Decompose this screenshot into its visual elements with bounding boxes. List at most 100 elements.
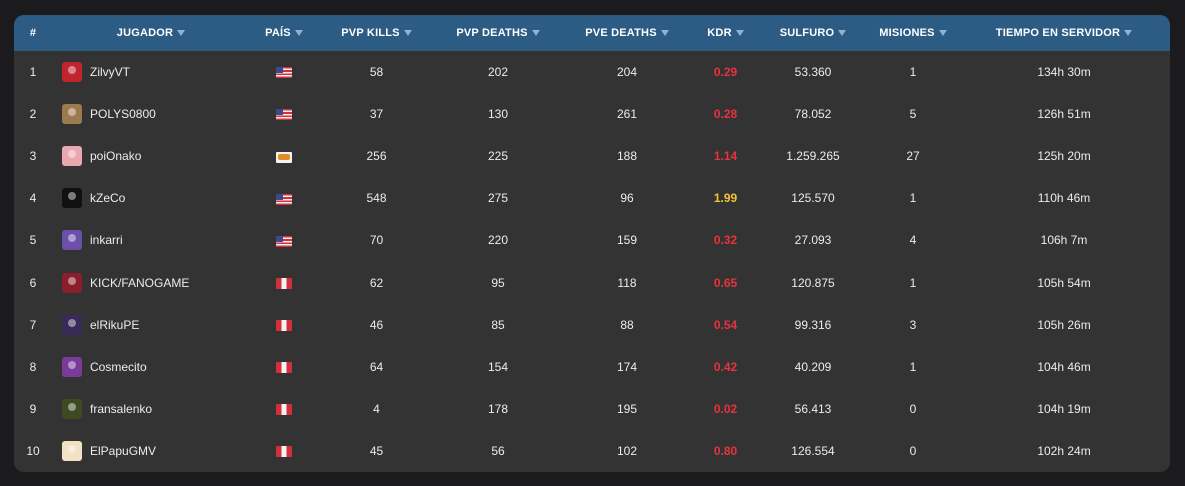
column-header-kdr[interactable]: KDR <box>693 15 758 51</box>
player-cell[interactable]: ZilvyVT <box>52 51 250 93</box>
player-cell[interactable]: elRikuPE <box>52 304 250 346</box>
avatar <box>62 62 82 83</box>
player-cell[interactable]: Cosmecito <box>52 346 250 388</box>
pvp-kills-cell: 58 <box>369 65 384 80</box>
column-header-misiones[interactable]: MISIONES <box>868 15 958 51</box>
sulfuro-cell: 125.570 <box>791 191 835 206</box>
country-cell <box>250 93 318 135</box>
column-header-sulfuro[interactable]: SULFURO <box>758 15 868 51</box>
pvp-kills-cell: 37 <box>369 107 384 122</box>
kdr-cell: 0.29 <box>713 65 738 80</box>
sulfuro-cell: 99.316 <box>794 317 832 332</box>
rank-cell: 10 <box>26 443 40 458</box>
pve-deaths-cell: 102 <box>616 443 638 458</box>
pvp-deaths-cell: 225 <box>487 149 509 164</box>
column-header-player[interactable]: JUGADOR <box>52 15 250 51</box>
column-header-pvp-kills[interactable]: PVP KILLS <box>318 15 435 51</box>
pe-flag-icon <box>276 277 292 289</box>
country-cell <box>250 219 318 261</box>
rank-cell: 9 <box>29 401 37 416</box>
sulfuro-cell: 53.360 <box>794 65 832 80</box>
column-header-country[interactable]: PAÍS <box>250 15 318 51</box>
pe-flag-icon <box>276 404 292 416</box>
table-row: 2 POLYS0800 37 130 261 0.28 78.052 5 126h 51m <box>14 93 1170 135</box>
tiempo-cell: 110h 46m <box>1037 191 1091 206</box>
country-cell <box>250 388 318 430</box>
pve-deaths-cell: 188 <box>616 149 638 164</box>
player-cell[interactable]: fransalenko <box>52 388 250 430</box>
tiempo-cell: 105h 26m <box>1037 317 1091 332</box>
pvp-deaths-cell: 56 <box>491 443 505 458</box>
country-cell <box>250 261 318 303</box>
sort-caret-icon <box>1124 30 1133 37</box>
misiones-cell: 27 <box>906 149 920 164</box>
cy-flag-icon <box>276 151 292 163</box>
misiones-cell: 0 <box>909 443 917 458</box>
pve-deaths-cell: 261 <box>616 107 638 122</box>
rank-cell: 8 <box>29 359 37 374</box>
tiempo-cell: 102h 24m <box>1037 443 1091 458</box>
tiempo-cell: 105h 54m <box>1037 275 1091 290</box>
pvp-kills-cell: 70 <box>369 233 384 248</box>
table-row: 5 inkarri 70 220 159 0.32 27.093 4 106h 7m <box>14 219 1170 261</box>
rank-cell: 1 <box>29 65 37 80</box>
country-cell <box>250 346 318 388</box>
pe-flag-icon <box>276 319 292 331</box>
kdr-cell: 0.28 <box>713 107 738 122</box>
pvp-deaths-cell: 95 <box>491 275 505 290</box>
us-flag-icon <box>276 67 292 79</box>
kdr-cell: 0.42 <box>713 359 738 374</box>
sulfuro-cell: 120.875 <box>791 275 835 290</box>
misiones-cell: 1 <box>909 191 917 206</box>
column-header-pve-deaths[interactable]: PVE DEATHS <box>561 15 693 51</box>
sort-caret-icon <box>403 30 412 37</box>
pvp-kills-cell: 64 <box>369 359 384 374</box>
pe-flag-icon <box>276 446 292 458</box>
sulfuro-cell: 40.209 <box>794 359 832 374</box>
table-row: 3 poiOnako 256 225 188 1.14 1.259.265 27 125h 20… <box>14 135 1170 177</box>
column-header-pvp-deaths[interactable]: PVP DEATHS <box>435 15 561 51</box>
avatar <box>62 398 82 419</box>
kdr-cell: 0.65 <box>713 275 738 290</box>
us-flag-icon <box>276 109 292 121</box>
player-name: kZeCo <box>90 191 126 206</box>
sulfuro-cell: 78.052 <box>794 107 832 122</box>
table-row: 4 kZeCo 548 275 96 1.99 125.570 1 110h 46m <box>14 177 1170 219</box>
sort-caret-icon <box>735 30 744 37</box>
misiones-cell: 1 <box>909 65 917 80</box>
country-cell <box>250 304 318 346</box>
rank-cell: 3 <box>29 149 37 164</box>
kdr-cell: 0.54 <box>713 317 738 332</box>
kdr-cell: 0.32 <box>713 233 738 248</box>
tiempo-cell: 104h 46m <box>1037 359 1091 374</box>
player-cell[interactable]: poiOnako <box>52 135 250 177</box>
player-name: Cosmecito <box>90 359 147 374</box>
player-cell[interactable]: POLYS0800 <box>52 93 250 135</box>
player-name: ElPapuGMV <box>90 443 157 458</box>
misiones-cell: 1 <box>909 359 917 374</box>
player-cell[interactable]: ElPapuGMV <box>52 430 250 472</box>
misiones-cell: 5 <box>909 107 917 122</box>
kdr-cell: 1.99 <box>713 191 738 206</box>
table-row: 1 ZilvyVT 58 202 204 0.29 53.360 1 134h 30m <box>14 51 1170 93</box>
player-cell[interactable]: kZeCo <box>52 177 250 219</box>
country-cell <box>250 135 318 177</box>
pvp-kills-cell: 548 <box>366 191 387 206</box>
sort-caret-icon <box>838 30 847 37</box>
pve-deaths-cell: 204 <box>616 65 638 80</box>
player-name: elRikuPE <box>90 317 140 332</box>
pve-deaths-cell: 118 <box>617 275 637 290</box>
misiones-cell: 1 <box>909 275 917 290</box>
sulfuro-cell: 27.093 <box>794 233 832 248</box>
player-cell[interactable]: KICK/FANOGAME <box>52 261 250 303</box>
pvp-kills-cell: 4 <box>373 401 380 416</box>
country-cell <box>250 177 318 219</box>
column-header-tiempo[interactable]: TIEMPO EN SERVIDOR <box>958 15 1170 51</box>
avatar <box>62 440 82 461</box>
avatar <box>62 104 82 125</box>
country-cell <box>250 51 318 93</box>
pvp-deaths-cell: 220 <box>487 233 509 248</box>
us-flag-icon <box>276 193 292 205</box>
player-cell[interactable]: inkarri <box>52 219 250 261</box>
sulfuro-cell: 126.554 <box>791 443 835 458</box>
